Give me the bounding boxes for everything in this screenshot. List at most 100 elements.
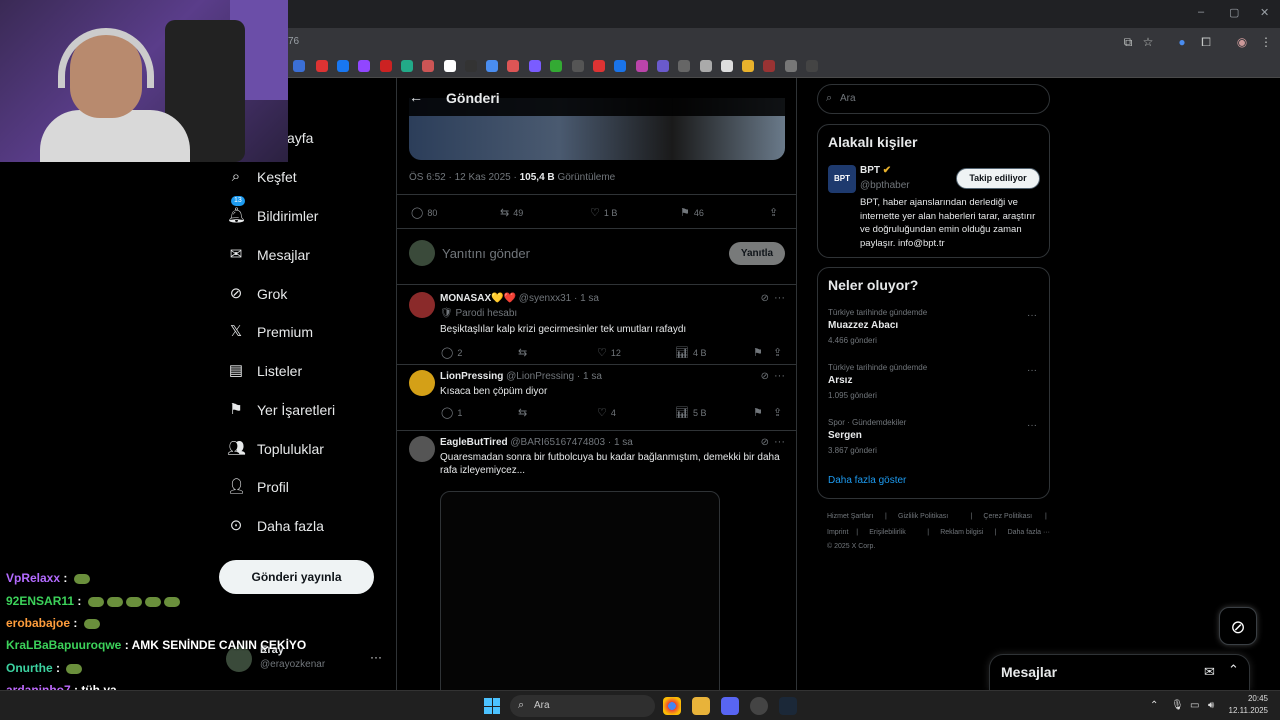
bookmark-icon[interactable]: [614, 60, 626, 72]
bookmark-icon[interactable]: [293, 60, 305, 72]
post-button[interactable]: Gönderi yayınla: [219, 560, 374, 594]
volume-icon[interactable]: 🔊︎: [1208, 700, 1214, 711]
bookmark-icon[interactable]: [444, 60, 456, 72]
views-button[interactable]: 📊︎ 4 B: [675, 346, 706, 359]
avatar[interactable]: [409, 292, 435, 318]
extension-blue-icon[interactable]: ●: [1174, 34, 1190, 50]
share-button[interactable]: ⇪: [773, 406, 786, 419]
tweet-author[interactable]: LionPressing @LionPressing · 1 sa: [440, 371, 602, 382]
file-explorer-icon[interactable]: [692, 697, 710, 715]
tray-chevron-icon[interactable]: ⌃: [1150, 700, 1158, 711]
more-icon[interactable]: ···: [1027, 365, 1037, 376]
bookmark-icon[interactable]: [763, 60, 775, 72]
bookmark-icon[interactable]: [636, 60, 648, 72]
nav-item-0[interactable]: ⌕ Keşfet: [227, 163, 297, 191]
messages-drawer[interactable]: Mesajlar ✉ ⌃: [989, 654, 1250, 690]
maximize-button[interactable]: ▢: [1229, 6, 1239, 19]
bookmark-icon[interactable]: [486, 60, 498, 72]
share-button[interactable]: ⇪: [773, 346, 786, 359]
grok-floating-icon[interactable]: ⊘: [1219, 607, 1257, 645]
taskbar-date[interactable]: 12.11.2025: [1224, 706, 1268, 715]
footer-link[interactable]: Imprint: [827, 529, 848, 536]
app-icon[interactable]: [750, 697, 768, 715]
bookmark-icon[interactable]: [806, 60, 818, 72]
bookmark-icon[interactable]: [422, 60, 434, 72]
bookmark-button[interactable]: ⚑: [753, 346, 767, 359]
avatar[interactable]: [409, 436, 435, 462]
start-icon[interactable]: [484, 698, 500, 714]
like-stat-button[interactable]: ♡ 1 B: [590, 206, 617, 219]
footer-link[interactable]: Reklam bilgisi: [940, 529, 983, 536]
bookmark-icon[interactable]: [593, 60, 605, 72]
bookmark-stat-button[interactable]: ⚑ 46: [680, 206, 704, 219]
tweet-author[interactable]: EagleButTired @BARI65167474803 · 1 sa: [440, 437, 633, 448]
bookmark-icon[interactable]: [700, 60, 712, 72]
more-icon[interactable]: ···: [1027, 420, 1037, 431]
grok-icon[interactable]: ⊘: [761, 293, 769, 304]
bookmark-icon[interactable]: [337, 60, 349, 72]
bookmark-button[interactable]: ⚑: [753, 406, 767, 419]
bookmark-icon[interactable]: [380, 60, 392, 72]
footer-link[interactable]: Erişilebilirlik: [869, 529, 906, 536]
repost-button[interactable]: ⇆: [518, 346, 531, 359]
star-icon[interactable]: ☆: [1140, 34, 1156, 50]
discord-icon[interactable]: [721, 697, 739, 715]
reply-button[interactable]: Yanıtla: [729, 242, 785, 265]
new-message-icon[interactable]: ✉: [1204, 664, 1215, 680]
bookmark-icon[interactable]: [316, 60, 328, 72]
url-text[interactable]: 76: [288, 36, 299, 47]
bookmark-icon[interactable]: [657, 60, 669, 72]
reply-button[interactable]: ◯ 2: [441, 346, 462, 359]
bookmark-icon[interactable]: [465, 60, 477, 72]
repost-button[interactable]: ⇆: [518, 406, 531, 419]
like-button[interactable]: ♡ 12: [597, 346, 621, 359]
bookmark-icon[interactable]: [678, 60, 690, 72]
more-icon[interactable]: ···: [774, 292, 785, 304]
nav-item-9[interactable]: ⊙ Daha fazla: [227, 512, 324, 540]
network-icon[interactable]: ▭: [1190, 700, 1199, 711]
repost-stat-button[interactable]: ⇆ 49: [500, 206, 523, 219]
nav-item-1[interactable]: 🔔︎ 13 Bildirimler: [227, 196, 318, 230]
nav-item-6[interactable]: ⚑ Yer İşaretleri: [227, 396, 335, 424]
bookmark-icon[interactable]: [721, 60, 733, 72]
nav-item-7[interactable]: 👥︎ Topluluklar: [227, 435, 324, 463]
bpt-avatar[interactable]: BPT: [828, 165, 856, 193]
grok-icon[interactable]: ⊘: [761, 437, 769, 448]
more-icon[interactable]: ···: [774, 370, 785, 382]
expand-icon[interactable]: ⌃: [1228, 662, 1239, 678]
bookmark-icon[interactable]: [550, 60, 562, 72]
footer-link[interactable]: Çerez Politikası: [983, 513, 1032, 520]
tweet-media[interactable]: [440, 491, 720, 690]
nav-item-4[interactable]: 𝕏 Premium: [227, 318, 313, 346]
footer-link[interactable]: Gizlilik Politikası: [898, 513, 948, 520]
microphone-icon[interactable]: 🎙︎: [1171, 700, 1184, 711]
footer-link[interactable]: Daha fazla ···: [1008, 529, 1050, 536]
close-window-button[interactable]: ✕: [1260, 6, 1269, 19]
more-icon[interactable]: ···: [1027, 310, 1037, 321]
bookmark-icon[interactable]: [572, 60, 584, 72]
nav-item-5[interactable]: ▤ Listeler: [227, 357, 302, 385]
taskbar-time[interactable]: 20:45: [1226, 694, 1268, 703]
nav-item-3[interactable]: ⊘ Grok: [227, 280, 288, 308]
back-arrow-icon[interactable]: ←: [409, 89, 423, 105]
tweet-author[interactable]: MONASAX💛❤️ @syenxx31 · 1 sa: [440, 293, 599, 304]
steam-icon[interactable]: [779, 697, 797, 715]
browser-menu-icon[interactable]: ⋮: [1258, 34, 1274, 50]
more-icon[interactable]: ···: [774, 436, 785, 448]
share-button[interactable]: ⇪: [769, 206, 782, 219]
nav-home[interactable]: ayfa: [287, 124, 313, 152]
nav-item-2[interactable]: ✉ Mesajlar: [227, 241, 310, 269]
nav-item-8[interactable]: 👤︎ Profil: [227, 473, 289, 501]
account-more-icon[interactable]: ···: [370, 650, 382, 664]
bookmark-icon[interactable]: [742, 60, 754, 72]
search-input[interactable]: ⌕ Ara: [817, 84, 1050, 114]
reply-input[interactable]: Yanıtını gönder: [442, 246, 530, 261]
views-button[interactable]: 📊︎ 5 B: [675, 406, 706, 419]
reply-stat-button[interactable]: ◯ 80: [411, 206, 437, 219]
profile-avatar-icon[interactable]: ◉: [1234, 34, 1250, 50]
bookmark-icon[interactable]: [401, 60, 413, 72]
footer-link[interactable]: Hizmet Şartları: [827, 513, 873, 520]
bookmark-icon[interactable]: [358, 60, 370, 72]
reply-button[interactable]: ◯ 1: [441, 406, 462, 419]
bookmark-icon[interactable]: [785, 60, 797, 72]
